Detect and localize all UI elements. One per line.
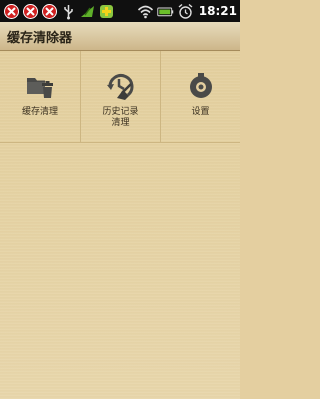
system-icons: 18:21 [137, 3, 237, 20]
settings-icon [186, 71, 216, 101]
history-broom-icon [106, 71, 136, 101]
alert-icon [22, 3, 39, 20]
app-icon [98, 3, 115, 20]
menu-grid: 缓存清理 历史记录 清理 设置 [0, 51, 240, 143]
history-clean-label: 历史记录 清理 [102, 107, 139, 128]
cache-clean-label: 缓存清理 [21, 107, 58, 117]
folder-trash-icon [25, 71, 55, 101]
battery-icon [157, 3, 174, 20]
battery-charge-icon [79, 3, 96, 20]
title-bar: 缓存清除器 [0, 22, 240, 51]
alarm-icon [177, 3, 194, 20]
usb-icon [60, 3, 77, 20]
wifi-icon [137, 3, 154, 20]
status-time: 18:21 [198, 4, 237, 18]
settings-label: 设置 [191, 107, 210, 117]
alert-icon [3, 3, 20, 20]
alert-icon [41, 3, 58, 20]
app-title: 缓存清除器 [7, 31, 73, 46]
status-bar: 18:21 [0, 0, 240, 22]
main-content: 缓存清理 历史记录 清理 设置 [0, 51, 240, 399]
settings-button[interactable]: 设置 [160, 51, 240, 142]
cache-clean-button[interactable]: 缓存清理 [0, 51, 80, 142]
history-clean-button[interactable]: 历史记录 清理 [80, 51, 160, 142]
notification-icons [3, 3, 115, 20]
